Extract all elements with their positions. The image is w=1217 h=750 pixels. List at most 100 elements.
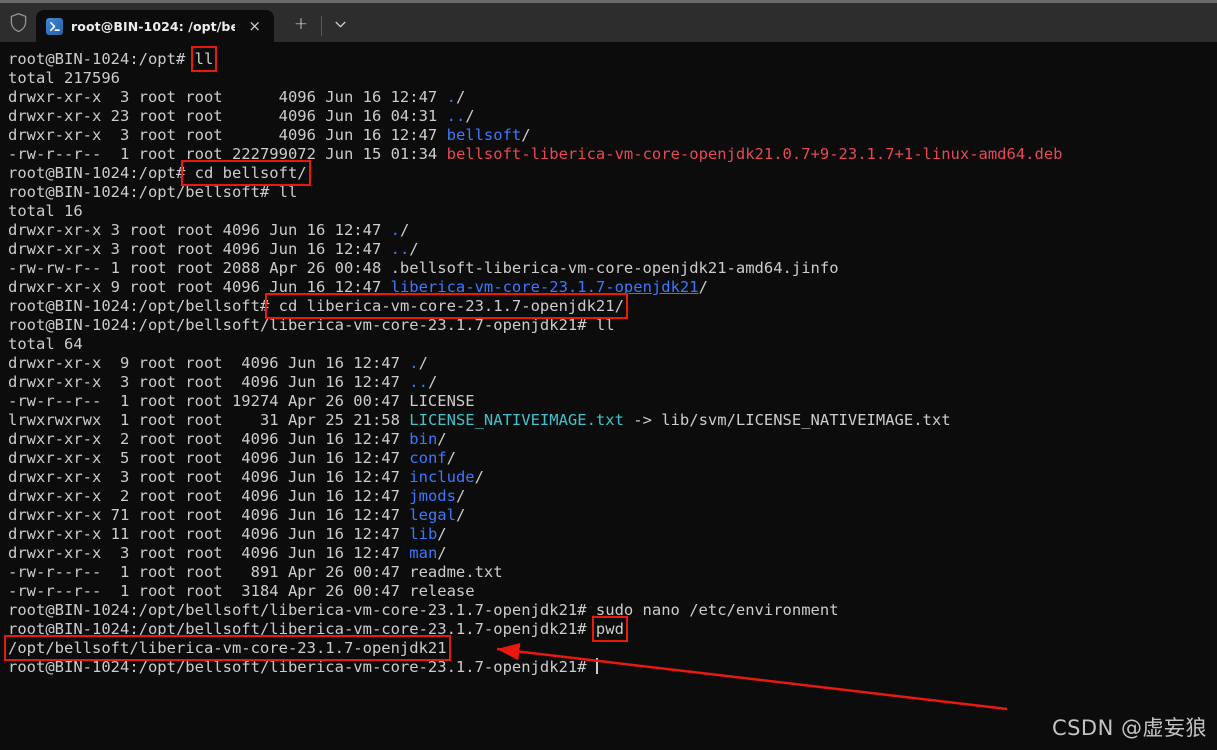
terminal-text: liberica-vm-core-23.1.7-openjdk21 xyxy=(390,278,699,296)
terminal-line: root@BIN-1024:/opt/bellsoft/liberica-vm-… xyxy=(8,316,1217,335)
terminal-line: -rw-rw-r-- 1 root root 2088 Apr 26 00:48… xyxy=(8,259,1217,278)
terminal-text: . xyxy=(446,88,456,106)
terminal-text: / xyxy=(427,373,438,391)
terminal-line: drwxr-xr-x 9 root root 4096 Jun 16 12:47… xyxy=(8,278,1217,297)
terminal-line: drwxr-xr-x 3 root root 4096 Jun 16 12:47… xyxy=(8,240,1217,259)
terminal-text: drwxr-xr-x 9 root root 4096 Jun 16 12:47 xyxy=(8,354,410,372)
terminal-line: drwxr-xr-x 3 root root 4096 Jun 16 12:47… xyxy=(8,88,1217,107)
terminal-text: root@BIN-1024:/opt/bellsoft/liberica-vm-… xyxy=(8,658,596,676)
terminal-line: drwxr-xr-x 11 root root 4096 Jun 16 12:4… xyxy=(8,525,1217,544)
watermark: CSDN @虚妄狼 xyxy=(1051,716,1207,740)
terminal-text: bin xyxy=(409,430,438,448)
terminal-text: / xyxy=(698,278,708,296)
terminal-line: drwxr-xr-x 2 root root 4096 Jun 16 12:47… xyxy=(8,487,1217,506)
terminal-line: -rw-r--r-- 1 root root 891 Apr 26 00:47 … xyxy=(8,563,1217,582)
terminal-text: . xyxy=(390,221,400,239)
terminal-line: drwxr-xr-x 3 root root 4096 Jun 16 12:47… xyxy=(8,221,1217,240)
terminal-text: / xyxy=(409,240,419,258)
terminal-text: drwxr-xr-x 3 root root 4096 Jun 16 12:47 xyxy=(8,126,447,144)
terminal-text: drwxr-xr-x 3 root root 4096 Jun 16 12:47 xyxy=(8,468,410,486)
terminal-text: include xyxy=(409,468,475,486)
terminal-text: drwxr-xr-x 2 root root 4096 Jun 16 12:47 xyxy=(8,430,410,448)
terminal-line: drwxr-xr-x 2 root root 4096 Jun 16 12:47… xyxy=(8,430,1217,449)
terminal-text: lib xyxy=(409,525,438,543)
terminal-text: drwxr-xr-x 9 root root 4096 Jun 16 12:47 xyxy=(8,278,391,296)
terminal-text: -rw-r--r-- 1 root root 891 Apr 26 00:47 … xyxy=(8,563,503,581)
tabbar-divider xyxy=(321,16,322,36)
terminal-text: .. xyxy=(390,240,410,258)
terminal-line: total 217596 xyxy=(8,69,1217,88)
text-cursor xyxy=(595,658,598,674)
terminal-line: drwxr-xr-x 5 root root 4096 Jun 16 12:47… xyxy=(8,449,1217,468)
close-icon[interactable]: × xyxy=(243,17,266,36)
terminal-text: root@BIN-1024:/opt/bellsoft/liberica-vm-… xyxy=(8,316,615,334)
terminal-text: drwxr-xr-x 3 root root 4096 Jun 16 12:47 xyxy=(8,240,391,258)
terminal-line: drwxr-xr-x 3 root root 4096 Jun 16 12:47… xyxy=(8,373,1217,392)
terminal-text: root@BIN-1024:/opt/bellsoft# ll xyxy=(8,183,298,201)
terminal-line: root@BIN-1024:/opt/bellsoft/liberica-vm-… xyxy=(8,601,1217,620)
terminal-text: -rw-rw-r-- 1 root root 2088 Apr 26 00:48… xyxy=(8,259,839,277)
annotation-box: pwd xyxy=(591,616,628,642)
terminal-text: / xyxy=(446,449,456,467)
terminal-line: drwxr-xr-x 71 root root 4096 Jun 16 12:4… xyxy=(8,506,1217,525)
terminal-text: drwxr-xr-x 71 root root 4096 Jun 16 12:4… xyxy=(8,506,410,524)
terminal-text: / xyxy=(437,544,447,562)
admin-shield-wrap xyxy=(0,3,36,42)
terminal-line: total 64 xyxy=(8,335,1217,354)
annotation-box: cd liberica-vm-core-23.1.7-openjdk21/ xyxy=(265,293,628,319)
plus-icon: + xyxy=(293,14,309,34)
new-tab-button[interactable]: + xyxy=(287,10,315,38)
terminal-text: / xyxy=(437,430,447,448)
terminal-text: total 217596 xyxy=(8,69,120,87)
terminal-line: root@BIN-1024:/opt# cd bellsoft/ xyxy=(8,160,1217,186)
terminal-text: / xyxy=(418,354,428,372)
terminal-text: / xyxy=(474,468,484,486)
terminal-text: total 16 xyxy=(8,202,83,220)
terminal-line: root@BIN-1024:/opt/bellsoft# ll xyxy=(8,183,1217,202)
terminal-text: / xyxy=(455,487,466,505)
terminal-text: total 64 xyxy=(8,335,83,353)
annotation-box: ll xyxy=(190,46,218,72)
terminal-line: root@BIN-1024:/opt/bellsoft# cd liberica… xyxy=(8,293,1217,319)
terminal-text: / xyxy=(465,107,475,125)
terminal-text: root@BIN-1024:/opt/bellsoft/liberica-vm-… xyxy=(8,620,596,638)
terminal-text: drwxr-xr-x 5 root root 4096 Jun 16 12:47 xyxy=(8,449,410,467)
terminal-text: drwxr-xr-x 23 root root 4096 Jun 16 04:3… xyxy=(8,107,447,125)
annotation-box: /opt/bellsoft/liberica-vm-core-23.1.7-op… xyxy=(4,635,451,661)
terminal-text: drwxr-xr-x 3 root root 4096 Jun 16 12:47 xyxy=(8,88,447,106)
terminal-text: .. xyxy=(446,107,466,125)
powershell-icon xyxy=(46,17,63,35)
terminal-text: .. xyxy=(409,373,428,391)
terminal-text: man xyxy=(409,544,438,562)
shield-icon xyxy=(10,13,26,33)
terminal-tab-bar: root@BIN-1024: /opt/bellsoft/ × + xyxy=(0,3,1217,42)
terminal-line: lrwxrwxrwx 1 root root 31 Apr 25 21:58 L… xyxy=(8,411,1217,430)
terminal-line: -rw-r--r-- 1 root root 222799072 Jun 15 … xyxy=(8,145,1217,164)
terminal-text: / xyxy=(455,88,466,106)
terminal-text: lrwxrwxrwx 1 root root 31 Apr 25 21:58 xyxy=(8,411,410,429)
terminal-line: total 16 xyxy=(8,202,1217,221)
terminal-text: root@BIN-1024:/opt# xyxy=(8,164,186,182)
terminal-text: drwxr-xr-x 3 root root 4096 Jun 16 12:47 xyxy=(8,373,410,391)
terminal-line: root@BIN-1024:/opt/bellsoft/liberica-vm-… xyxy=(8,658,1217,677)
terminal-tab[interactable]: root@BIN-1024: /opt/bellsoft/ × xyxy=(36,10,274,42)
terminal-text: LICENSE_NATIVEIMAGE.txt xyxy=(409,411,624,429)
terminal-line: drwxr-xr-x 3 root root 4096 Jun 16 12:47… xyxy=(8,126,1217,145)
terminal-line: drwxr-xr-x 9 root root 4096 Jun 16 12:47… xyxy=(8,354,1217,373)
terminal-text: -rw-r--r-- 1 root root 19274 Apr 26 00:4… xyxy=(8,392,475,410)
terminal-text: root@BIN-1024:/opt/bellsoft# xyxy=(8,297,270,315)
terminal-text: -rw-r--r-- 1 root root 3184 Apr 26 00:47… xyxy=(8,582,475,600)
terminal-text: / xyxy=(455,506,466,524)
terminal-line: /opt/bellsoft/liberica-vm-core-23.1.7-op… xyxy=(4,635,1217,661)
terminal-text: legal xyxy=(409,506,456,524)
terminal-line: drwxr-xr-x 23 root root 4096 Jun 16 04:3… xyxy=(8,107,1217,126)
terminal-text: drwxr-xr-x 3 root root 4096 Jun 16 12:47 xyxy=(8,221,391,239)
terminal-output[interactable]: root@BIN-1024:/opt# ll total 217596 drwxr-… xyxy=(0,42,1217,750)
annotation-box: cd bellsoft/ xyxy=(181,160,311,186)
terminal-line: -rw-r--r-- 1 root root 3184 Apr 26 00:47… xyxy=(8,582,1217,601)
terminal-text: root@BIN-1024:/opt/bellsoft/liberica-vm-… xyxy=(8,601,839,619)
tab-dropdown-button[interactable] xyxy=(326,10,354,38)
terminal-text: drwxr-xr-x 2 root root 4096 Jun 16 12:47 xyxy=(8,487,410,505)
terminal-line: root@BIN-1024:/opt# ll xyxy=(8,46,1217,72)
terminal-text: . xyxy=(409,354,419,372)
